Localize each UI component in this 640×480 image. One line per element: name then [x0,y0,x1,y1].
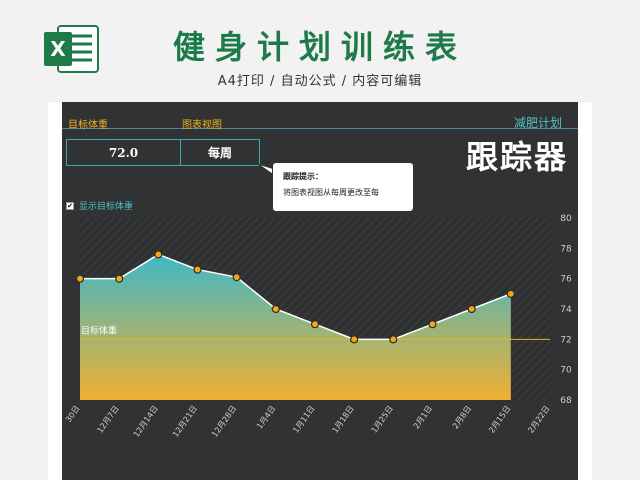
y-tick-label: 68 [560,396,572,406]
y-tick-label: 72 [560,335,571,345]
x-tick-label: 2月15日 [487,404,512,435]
show-target-checkbox[interactable]: ✔ [66,201,74,210]
data-point [193,265,202,274]
tooltip-title: 跟踪提示： [283,172,323,181]
x-tick-label: 12月7日 [95,404,120,435]
tracker-tooltip: 跟踪提示： 将图表视图从每周更改至每 [272,162,414,212]
y-tick-label: 70 [560,366,572,376]
target-weight-cell[interactable]: 72.0 [66,139,181,166]
y-tick-label: 74 [560,305,572,315]
y-tick-label: 80 [560,214,572,224]
data-point [389,335,398,344]
y-tick-label: 76 [560,275,572,285]
data-point [467,304,476,314]
chart-view-select[interactable]: 每周 [180,139,260,166]
x-tick-label: 1月25日 [370,404,395,435]
data-point [310,320,320,329]
x-tick-label: 12月21日 [171,404,199,439]
x-tick-label: 1月4日 [255,404,277,431]
data-point [428,320,437,329]
data-point [75,274,85,283]
target-weight-label: 目标体重 [81,324,117,336]
excel-icon: X [44,25,99,73]
banner: X 健身计划训练表 A4打印 / 自动公式 / 内容可编辑 [0,0,640,100]
header-plan-name: 减肥计划 [514,116,563,130]
weight-chart: 目标体重 68 70 72 74 76 78 80 30日 12月7日 12月14日 12月21日… [64,214,572,439]
tooltip-body: 将图表视图从每周更改至每 [283,188,379,197]
tracker-title: 跟踪器 [466,138,569,176]
x-tick-label: 30日 [64,404,82,424]
data-point [350,335,359,344]
data-point [506,289,515,298]
data-point [271,304,280,314]
data-point [115,274,124,283]
y-tick-label: 78 [560,244,572,254]
header-divider [62,128,578,129]
x-tick-label: 2月22日 [526,404,551,435]
page-title: 健身计划训练表 [172,28,467,66]
x-tick-label: 12月14日 [132,404,160,439]
data-point [232,273,241,282]
x-tick-label: 2月1日 [412,404,434,431]
x-tick-label: 2月8日 [451,404,473,431]
x-tick-label: 1月18日 [330,404,355,435]
header-chart-view: 图表视图 [182,120,222,131]
header-target-weight: 目标体重 [68,120,108,131]
svg-text:X: X [50,37,66,61]
data-point [154,250,163,259]
x-tick-label: 1月11日 [291,404,316,435]
page-subtitle: A4打印 / 自动公式 / 内容可编辑 [217,74,423,89]
x-tick-label: 12月28日 [210,404,238,439]
